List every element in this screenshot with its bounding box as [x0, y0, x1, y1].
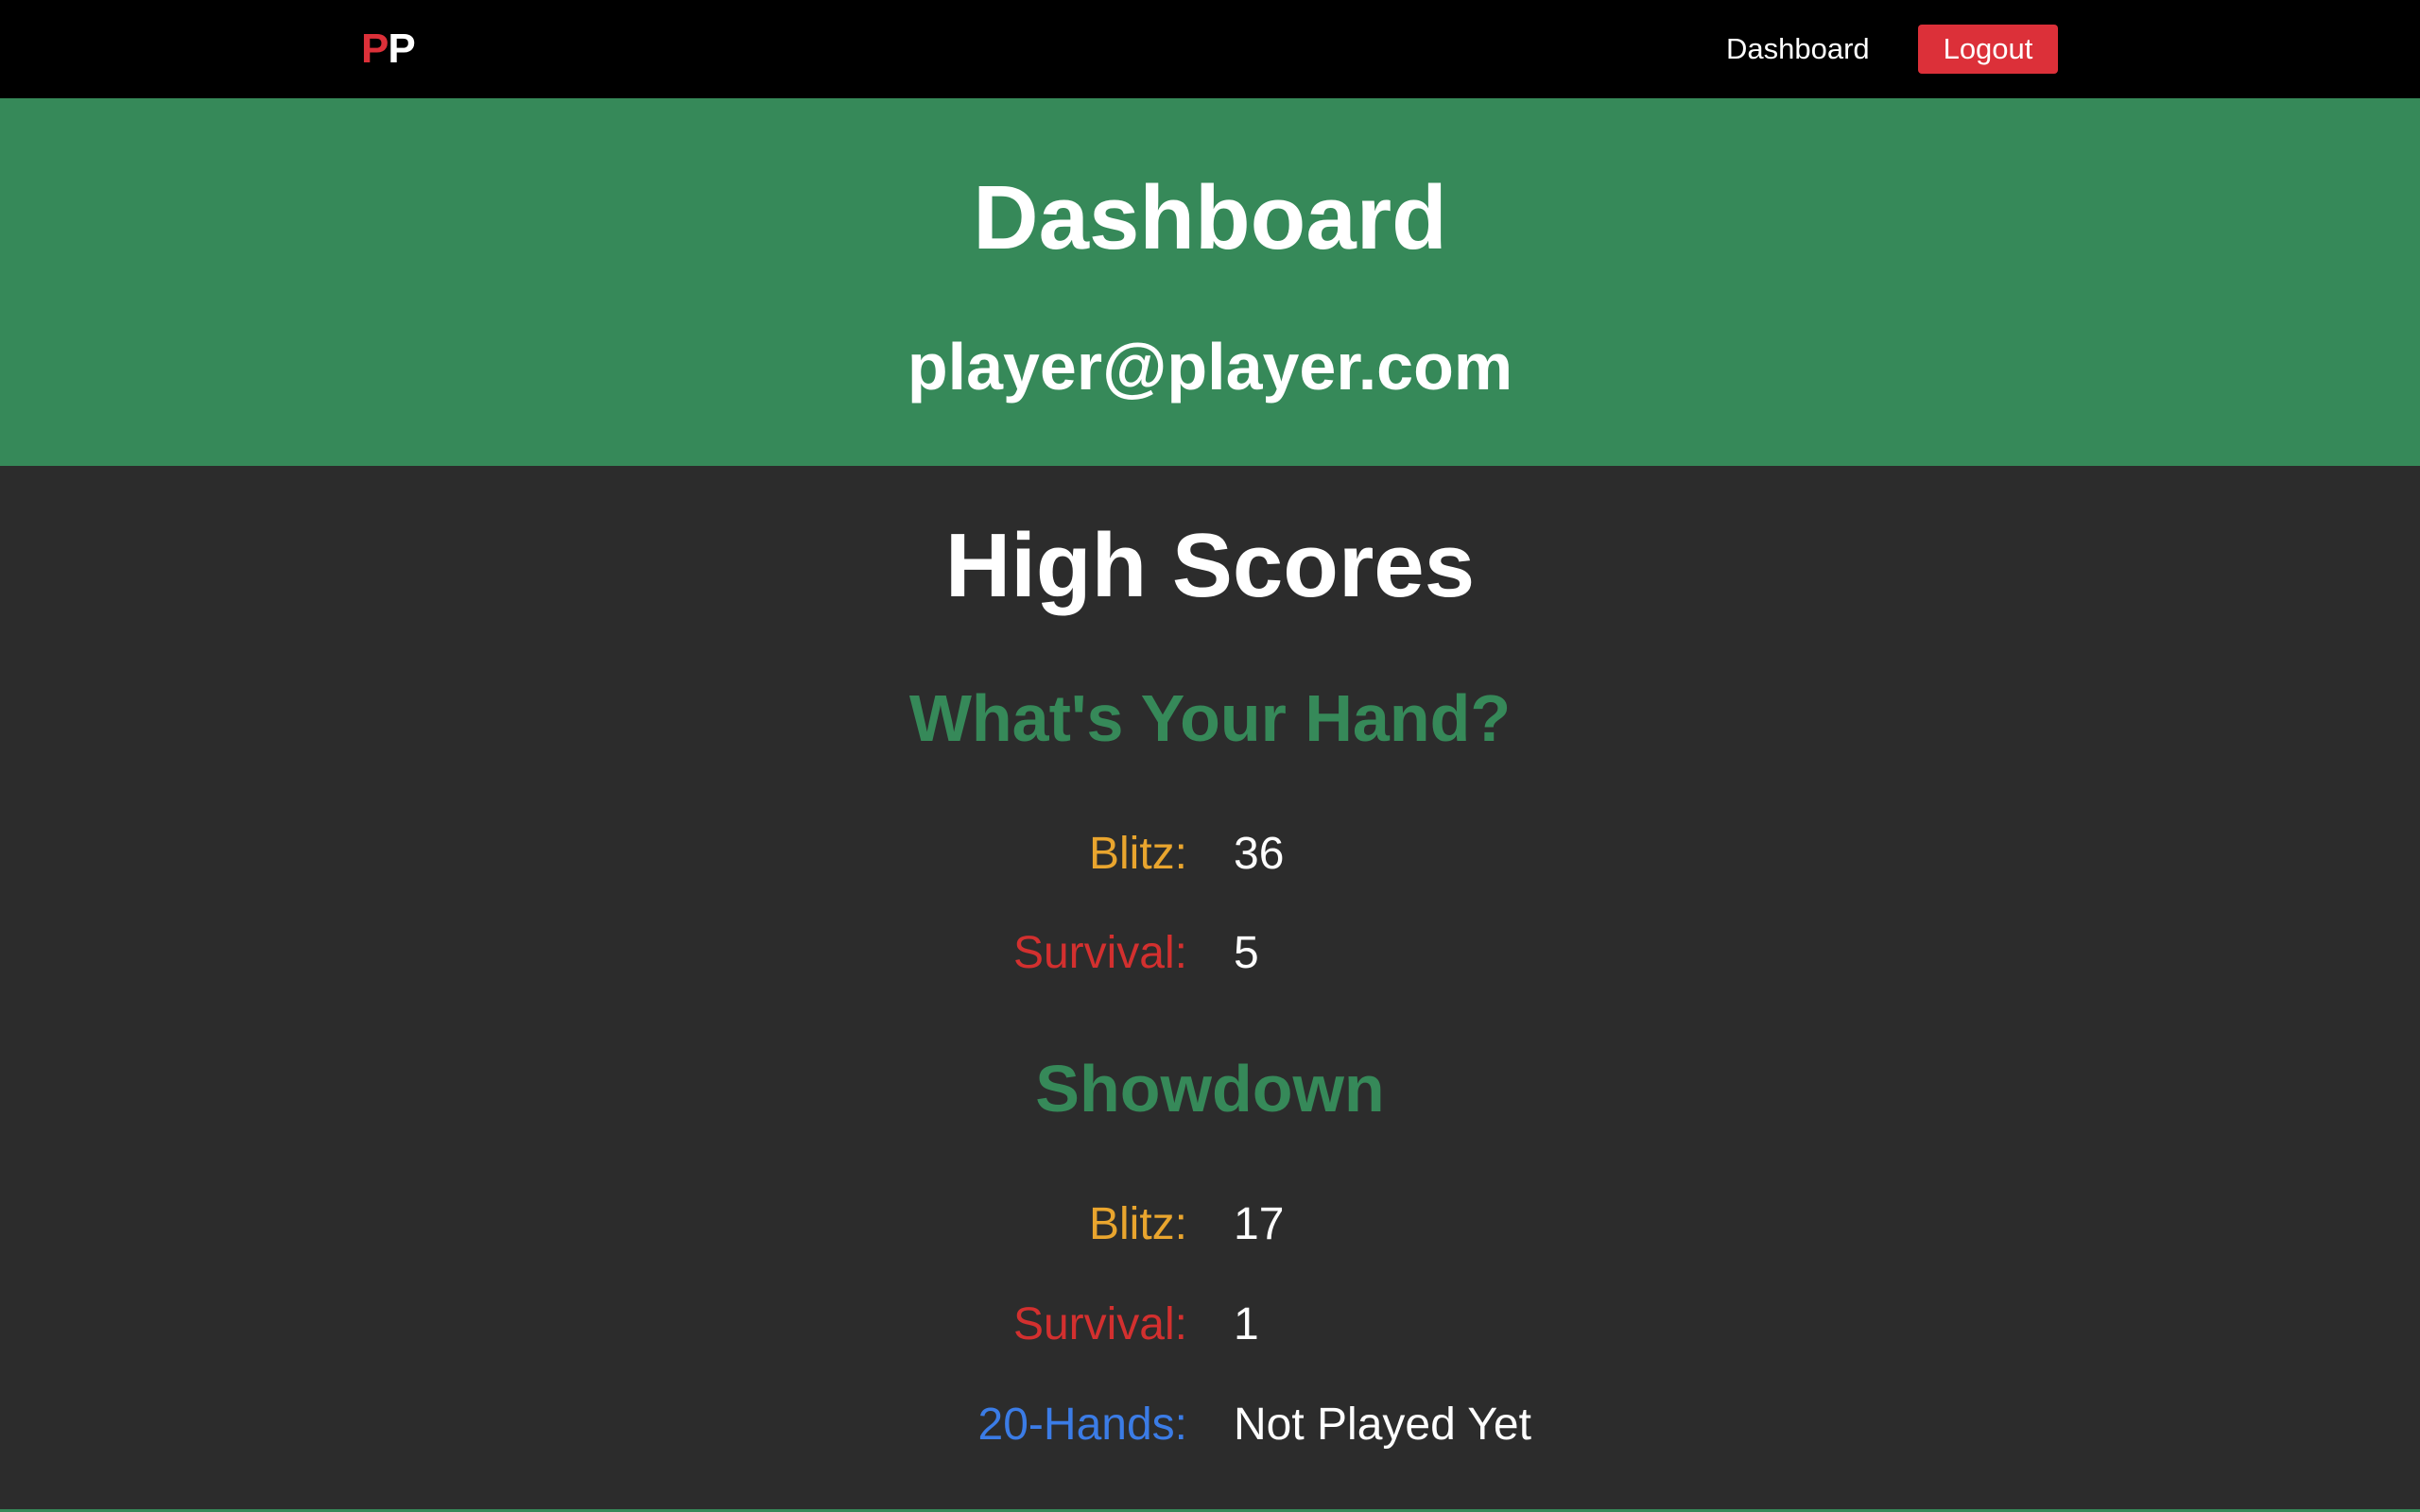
navbar: PP Dashboard Logout	[0, 0, 2420, 98]
score-row-showdown-20-hands: 20-Hands: Not Played Yet	[0, 1397, 2420, 1453]
logo-letter-white: P	[388, 26, 415, 72]
nav-dashboard-link[interactable]: Dashboard	[1726, 25, 1870, 74]
score-value: 1	[1234, 1299, 1259, 1349]
section-title-showdown: Showdown	[1035, 1052, 1385, 1125]
page-title: Dashboard	[973, 167, 1447, 268]
user-email: player@player.com	[907, 330, 1513, 404]
score-row-showdown-blitz: Blitz: 17	[0, 1196, 2420, 1253]
score-label: Blitz:	[1088, 1199, 1187, 1249]
score-row-showdown-survival: Survival: 1	[0, 1297, 2420, 1353]
score-label: Survival:	[1012, 1299, 1187, 1349]
dashboard-header: Dashboard player@player.com	[0, 98, 2420, 466]
section-title-whats-your-hand: What's Your Hand?	[908, 681, 1512, 755]
score-label: 20-Hands:	[977, 1400, 1187, 1450]
score-row-whats-your-hand-blitz: Blitz: 36	[0, 826, 2420, 883]
score-label: Survival:	[1012, 928, 1187, 978]
high-scores-title: High Scores	[944, 515, 1476, 616]
logout-button[interactable]: Logout	[1918, 25, 2058, 74]
score-row-whats-your-hand-survival: Survival: 5	[0, 925, 2420, 982]
app-logo[interactable]: PP	[361, 21, 416, 77]
score-value: 17	[1234, 1199, 1285, 1249]
score-value: 5	[1234, 928, 1259, 978]
score-value: Not Played Yet	[1234, 1400, 1531, 1450]
logo-letter-red: P	[361, 26, 389, 72]
score-label: Blitz:	[1088, 829, 1187, 879]
score-value: 36	[1234, 829, 1285, 879]
